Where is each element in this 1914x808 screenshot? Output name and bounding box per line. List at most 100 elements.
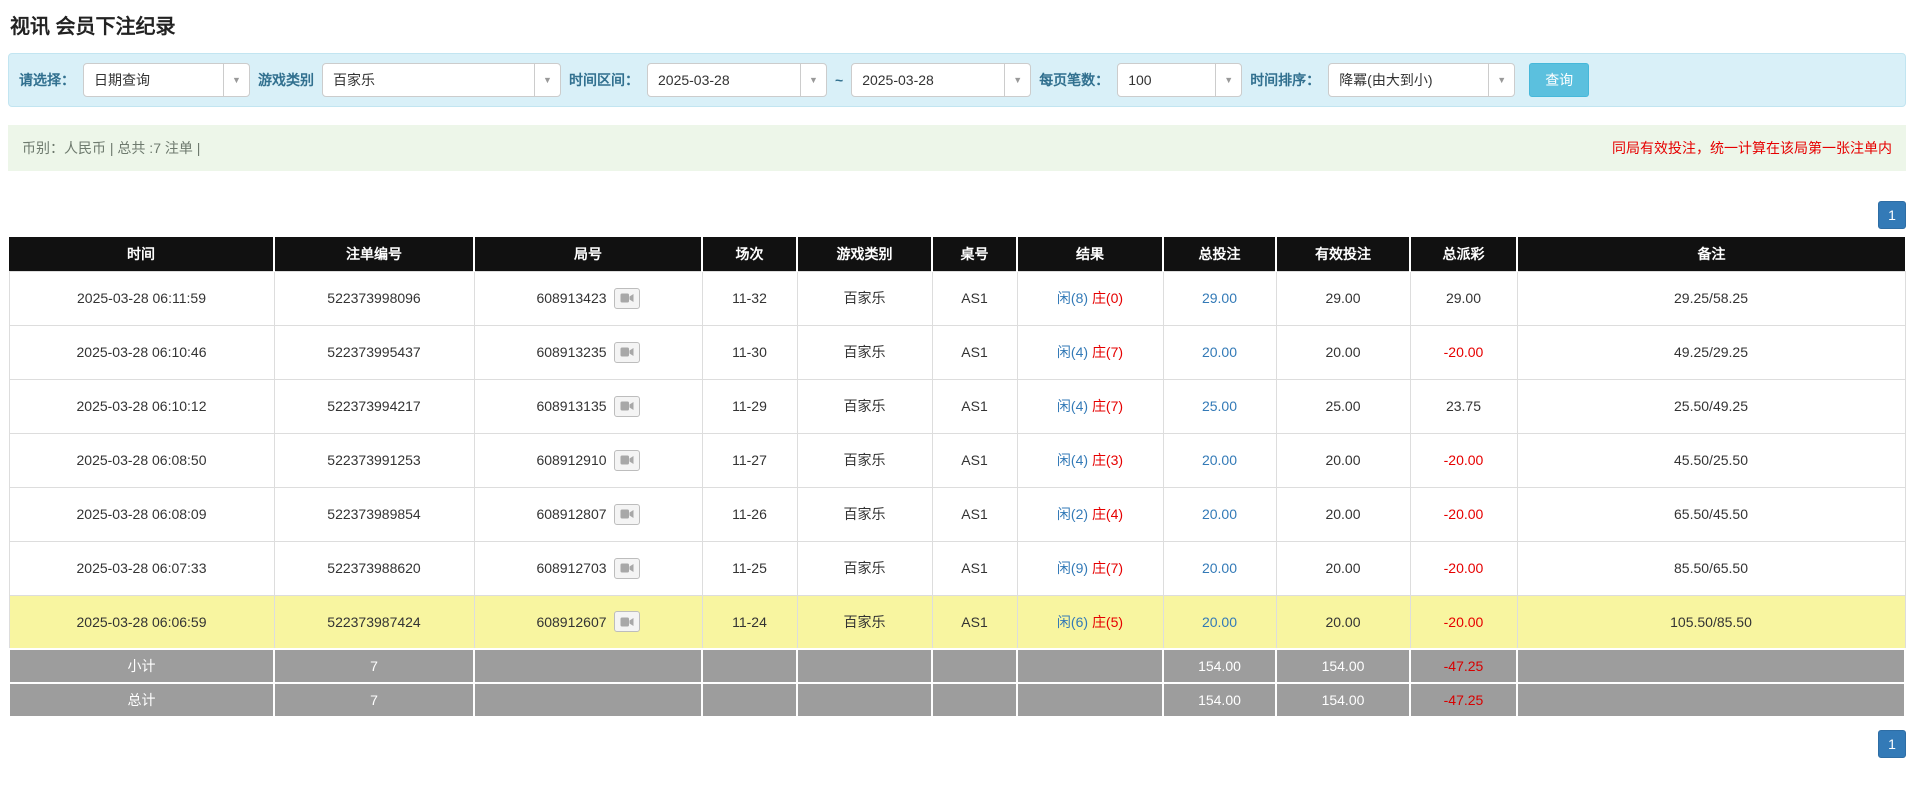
table-row[interactable]: 2025-03-28 06:08:09 522373989854 6089128… xyxy=(8,486,1906,542)
page-size-select[interactable]: 100 ▼ xyxy=(1117,63,1243,97)
game-type-label: 游戏类别 xyxy=(258,72,314,88)
date-from-select[interactable]: 2025-03-28 ▼ xyxy=(647,63,827,97)
cell-result: 闲(4) 庄(7) xyxy=(1016,378,1164,434)
cell-total-bet[interactable]: 20.00 xyxy=(1162,594,1277,650)
sort-label: 时间排序： xyxy=(1250,72,1321,88)
cell-round-id: 608913423 xyxy=(473,270,703,326)
page: 视讯 会员下注纪录 请选择： 日期查询 ▼ 游戏类别 百家乐 ▼ 时间区间： 2… xyxy=(0,0,1914,758)
sort-select[interactable]: 降冪(由大到小) ▼ xyxy=(1328,63,1516,97)
pagination-top: 1 xyxy=(8,201,1906,229)
cell-time: 2025-03-28 06:08:09 xyxy=(8,486,275,542)
chevron-down-icon: ▼ xyxy=(534,64,560,96)
video-icon[interactable] xyxy=(613,395,640,417)
cell-bet-id: 522373988620 xyxy=(273,540,475,596)
cell-table-no: AS1 xyxy=(931,270,1018,326)
cell-round-id: 608912607 xyxy=(473,594,703,650)
video-icon[interactable] xyxy=(613,557,640,579)
time-range-label: 时间区间： xyxy=(569,72,639,88)
cell-session: 11-24 xyxy=(701,594,798,650)
cell-session: 11-25 xyxy=(701,540,798,596)
cell-game-type: 百家乐 xyxy=(796,324,933,380)
cell-remark: 25.50/49.25 xyxy=(1516,378,1906,434)
total-valid-bet: 154.00 xyxy=(1275,682,1411,718)
table-row[interactable]: 2025-03-28 06:06:59 522373987424 6089126… xyxy=(8,594,1906,650)
cell-session: 11-27 xyxy=(701,432,798,488)
cell-table-no: AS1 xyxy=(931,540,1018,596)
header-table-no: 桌号 xyxy=(932,237,1018,271)
query-type-label: 请选择： xyxy=(19,72,75,88)
game-type-select[interactable]: 百家乐 ▼ xyxy=(322,63,561,97)
cell-table-no: AS1 xyxy=(931,432,1018,488)
table-row[interactable]: 2025-03-28 06:11:59 522373998096 6089134… xyxy=(8,270,1906,326)
subtotal-payout: -47.25 xyxy=(1409,648,1518,684)
table-row[interactable]: 2025-03-28 06:08:50 522373991253 6089129… xyxy=(8,432,1906,488)
pagination-bottom: 1 xyxy=(8,730,1906,758)
round-id-value: 608913423 xyxy=(536,290,607,306)
query-type-value: 日期查询 xyxy=(94,72,150,88)
round-id-value: 608912807 xyxy=(536,506,607,522)
cell-game-type: 百家乐 xyxy=(796,378,933,434)
cell-round-id: 608912807 xyxy=(473,486,703,542)
header-result: 结果 xyxy=(1017,237,1164,271)
date-to-select[interactable]: 2025-03-28 ▼ xyxy=(851,63,1032,97)
cell-table-no: AS1 xyxy=(931,324,1018,380)
page-button[interactable]: 1 xyxy=(1878,730,1906,758)
cell-total-bet[interactable]: 20.00 xyxy=(1162,324,1277,380)
subtotal-total-bet: 154.00 xyxy=(1162,648,1277,684)
cell-bet-id: 522373995437 xyxy=(273,324,475,380)
video-icon[interactable] xyxy=(613,611,640,633)
result-banker: 庄(5) xyxy=(1091,613,1124,630)
table-footer: 小计 7 154.00 154.00 -47.25 总计 7 154.00 15… xyxy=(8,648,1906,718)
video-icon[interactable] xyxy=(613,341,640,363)
cell-result: 闲(2) 庄(4) xyxy=(1016,486,1164,542)
result-banker: 庄(3) xyxy=(1091,452,1124,468)
cell-result: 闲(8) 庄(0) xyxy=(1016,270,1164,326)
cell-round-id: 608913235 xyxy=(473,324,703,380)
video-icon[interactable] xyxy=(613,287,640,309)
video-icon[interactable] xyxy=(613,503,640,525)
cell-valid-bet: 29.00 xyxy=(1275,270,1411,326)
date-range-separator: ~ xyxy=(835,72,844,88)
result-player: 闲(6) xyxy=(1056,613,1089,630)
cell-valid-bet: 20.00 xyxy=(1275,324,1411,380)
query-type-select[interactable]: 日期查询 ▼ xyxy=(83,63,250,97)
round-id-value: 608912607 xyxy=(536,613,607,630)
cell-valid-bet: 25.00 xyxy=(1275,378,1411,434)
table-row[interactable]: 2025-03-28 06:10:12 522373994217 6089131… xyxy=(8,378,1906,434)
cell-bet-id: 522373989854 xyxy=(273,486,475,542)
cell-game-type: 百家乐 xyxy=(796,594,933,650)
cell-game-type: 百家乐 xyxy=(796,270,933,326)
chevron-down-icon: ▼ xyxy=(1488,64,1514,96)
table-row[interactable]: 2025-03-28 06:07:33 522373988620 6089127… xyxy=(8,540,1906,596)
cell-payout: -20.00 xyxy=(1409,486,1518,542)
cell-remark: 45.50/25.50 xyxy=(1516,432,1906,488)
page-button[interactable]: 1 xyxy=(1878,201,1906,229)
search-button[interactable]: 查询 xyxy=(1529,63,1590,97)
total-row: 总计 7 154.00 154.00 -47.25 xyxy=(8,682,1906,718)
header-bet-id: 注单编号 xyxy=(274,237,475,271)
cell-remark: 65.50/45.50 xyxy=(1516,486,1906,542)
summary-bar: 币别：人民币 | 总共 :7 注单 | 同局有效投注，统一计算在该局第一张注单内 xyxy=(8,125,1906,171)
page-size-value: 100 xyxy=(1128,72,1152,88)
round-id-value: 608913135 xyxy=(536,398,607,414)
cell-total-bet[interactable]: 20.00 xyxy=(1162,432,1277,488)
result-banker: 庄(4) xyxy=(1091,506,1124,522)
cell-game-type: 百家乐 xyxy=(796,432,933,488)
sort-value: 降冪(由大到小) xyxy=(1339,72,1433,88)
header-session: 场次 xyxy=(702,237,798,271)
summary-notice: 同局有效投注，统一计算在该局第一张注单内 xyxy=(1612,140,1892,156)
cell-total-bet[interactable]: 20.00 xyxy=(1162,486,1277,542)
cell-round-id: 608912703 xyxy=(473,540,703,596)
cell-total-bet[interactable]: 25.00 xyxy=(1162,378,1277,434)
result-player: 闲(4) xyxy=(1056,452,1089,468)
chevron-down-icon: ▼ xyxy=(223,64,249,96)
game-type-value: 百家乐 xyxy=(333,72,375,88)
result-banker: 庄(0) xyxy=(1091,290,1124,306)
cell-result: 闲(4) 庄(3) xyxy=(1016,432,1164,488)
cell-valid-bet: 20.00 xyxy=(1275,486,1411,542)
table-row[interactable]: 2025-03-28 06:10:46 522373995437 6089132… xyxy=(8,324,1906,380)
bet-records-table: 时间 注单编号 局号 场次 游戏类别 桌号 结果 总投注 有效投注 总派彩 备注… xyxy=(8,237,1906,718)
cell-total-bet[interactable]: 29.00 xyxy=(1162,270,1277,326)
video-icon[interactable] xyxy=(613,449,640,471)
cell-total-bet[interactable]: 20.00 xyxy=(1162,540,1277,596)
